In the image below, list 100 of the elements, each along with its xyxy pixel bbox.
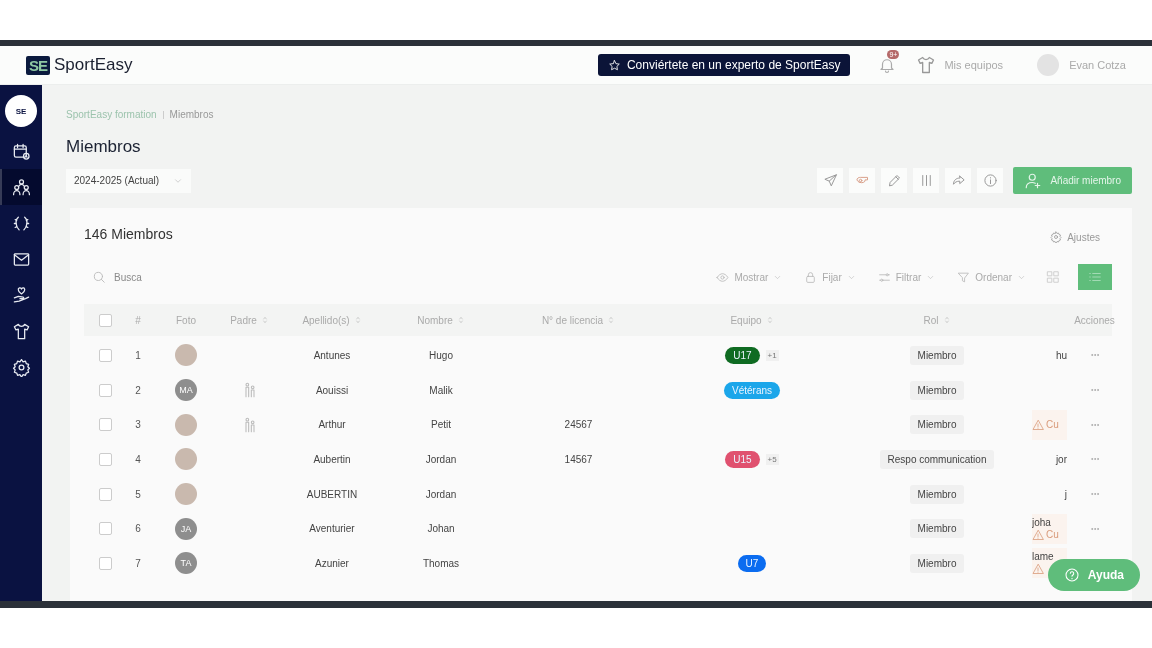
- row-checkbox[interactable]: [98, 383, 112, 397]
- settings-icon: [11, 357, 31, 377]
- star-icon: [607, 58, 621, 72]
- help-button[interactable]: Ayuda: [1047, 559, 1140, 591]
- photo-placeholder: [175, 483, 197, 506]
- notification-icon[interactable]: [878, 56, 897, 74]
- expert-button[interactable]: Conviértete en un experto de SportEasy: [597, 54, 851, 76]
- people-icon: [11, 177, 31, 197]
- list-icon: [1088, 270, 1102, 284]
- role-tag: Miembro: [909, 415, 965, 435]
- row-number: 4: [135, 453, 141, 465]
- row-checkbox[interactable]: [98, 418, 112, 432]
- more-teams-count: +5: [765, 453, 779, 465]
- last-name: Arthur: [318, 419, 346, 431]
- eye-icon: [716, 270, 730, 284]
- row-number: 1: [135, 349, 141, 361]
- team-tag: U17: [725, 346, 760, 364]
- warning-text: Cu: [1046, 419, 1059, 431]
- first-name: Hugo: [429, 349, 453, 361]
- user-name[interactable]: Evan Cotza: [1069, 59, 1126, 71]
- email-text: hu: [1055, 349, 1067, 361]
- filter-dropdown[interactable]: Ordenar: [955, 270, 1028, 284]
- page-title: Miembros: [66, 137, 142, 157]
- first-name: Jordan: [425, 488, 457, 500]
- sort-icon[interactable]: [765, 315, 774, 325]
- sort-icon[interactable]: [942, 315, 951, 325]
- row-number: 6: [135, 523, 141, 535]
- row-number: 7: [135, 557, 141, 569]
- columns-button[interactable]: [913, 168, 940, 193]
- row-checkbox[interactable]: [98, 487, 112, 501]
- row-number: 3: [135, 419, 141, 431]
- team-tag: U7: [737, 554, 767, 572]
- row-checkbox[interactable]: [98, 522, 112, 536]
- column-header: #: [135, 314, 141, 326]
- sort-icon[interactable]: [456, 315, 465, 325]
- club-logo[interactable]: SE: [5, 95, 37, 127]
- column-header[interactable]: Rol: [923, 314, 939, 326]
- settings-icon: [1050, 231, 1063, 243]
- whistle-button[interactable]: [849, 168, 876, 193]
- row-checkbox[interactable]: [98, 348, 112, 362]
- pencil-icon: [886, 173, 902, 188]
- sort-icon[interactable]: [260, 315, 269, 325]
- share-icon: [950, 173, 966, 188]
- row-number: 5: [135, 488, 141, 500]
- logo-mark: SE: [26, 55, 50, 75]
- list-view-button[interactable]: [1078, 264, 1112, 290]
- search-field[interactable]: Busca: [112, 270, 236, 284]
- send-button[interactable]: [817, 168, 844, 193]
- first-name: Malik: [429, 384, 453, 396]
- photo-placeholder: [175, 413, 197, 436]
- column-header[interactable]: N° de licencia: [541, 314, 604, 326]
- initials-avatar: MA: [175, 379, 197, 402]
- breadcrumb-current: Miembros: [169, 109, 214, 120]
- first-name: Jordan: [425, 453, 457, 465]
- column-header[interactable]: Equipo: [730, 314, 762, 326]
- info-button[interactable]: [977, 168, 1004, 193]
- share-button[interactable]: [945, 168, 972, 193]
- column-header: Acciones: [1074, 314, 1115, 326]
- row-number: 2: [135, 384, 141, 396]
- row-checkbox[interactable]: [98, 556, 112, 570]
- last-name: Aouissi: [315, 384, 349, 396]
- column-header[interactable]: Nombre: [417, 314, 453, 326]
- sort-icon[interactable]: [353, 315, 362, 325]
- send-icon: [822, 173, 838, 188]
- add-member-button[interactable]: Añadir miembro: [1013, 167, 1132, 194]
- lock-icon: [804, 270, 818, 284]
- column-header[interactable]: Apellido(s): [302, 314, 350, 326]
- grid-icon: [1046, 270, 1060, 284]
- role-tag: Miembro: [909, 345, 965, 365]
- filter-dropdown[interactable]: Filtrar: [875, 270, 938, 284]
- first-name: Thomas: [422, 557, 460, 569]
- column-header[interactable]: Padre: [230, 314, 257, 326]
- calendar-icon: [11, 141, 31, 161]
- last-name: Antunes: [313, 349, 351, 361]
- last-name: AUBERTIN: [306, 488, 358, 500]
- role-tag: Miembro: [909, 519, 965, 539]
- shirt-icon: [11, 321, 31, 341]
- email-text: jor: [1055, 453, 1067, 465]
- first-name: Petit: [431, 419, 451, 431]
- filter-dropdown[interactable]: Fijar: [802, 270, 858, 284]
- season-dropdown[interactable]: 2024-2025 (Actual): [66, 168, 192, 193]
- sidebar-item[interactable]: [0, 169, 42, 205]
- first-name: Johan: [427, 523, 455, 535]
- initials-avatar: TA: [175, 552, 197, 575]
- funnel-icon: [957, 270, 971, 284]
- warning-text: Cu: [1046, 529, 1059, 541]
- avatar-placeholder: [1037, 54, 1060, 76]
- sort-icon[interactable]: [607, 315, 616, 325]
- logo-text: SportEasy: [54, 55, 133, 75]
- breadcrumb-link[interactable]: SportEasy formation: [66, 109, 157, 120]
- photo-placeholder: [175, 344, 197, 367]
- select-all-checkbox[interactable]: [98, 313, 112, 327]
- my-teams-link[interactable]: Mis equipos: [916, 55, 1004, 75]
- filter-dropdown[interactable]: Mostrar: [714, 270, 785, 284]
- settings-link[interactable]: Ajustes: [1050, 231, 1100, 243]
- pencil-button[interactable]: [881, 168, 908, 193]
- photo-placeholder: [175, 448, 197, 471]
- initials-avatar: JA: [175, 517, 197, 540]
- search-icon: [92, 270, 106, 284]
- row-checkbox[interactable]: [98, 452, 112, 466]
